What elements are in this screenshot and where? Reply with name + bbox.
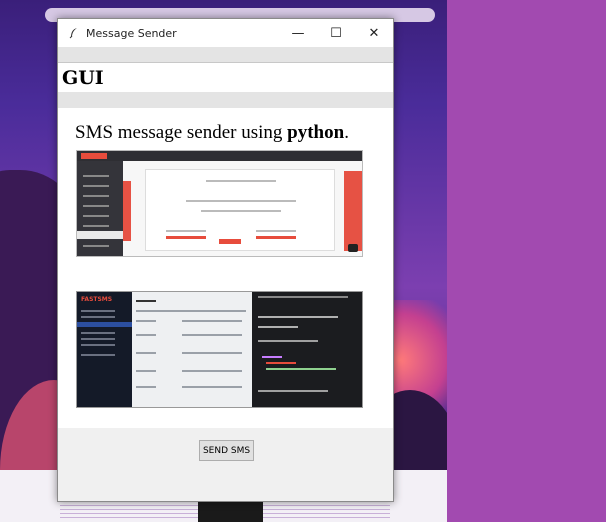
dashboard-screenshot-image xyxy=(76,150,363,257)
gui-heading: GUI xyxy=(58,62,393,92)
maximize-button[interactable]: ☐ xyxy=(317,19,355,47)
minimize-button[interactable]: — xyxy=(279,19,317,47)
logo-suffix: SMS xyxy=(97,296,113,303)
window-title: Message Sender xyxy=(86,26,177,40)
page-title: SMS message sender using python. xyxy=(75,122,349,144)
logo-accent: AST xyxy=(84,296,98,303)
top-band xyxy=(58,47,393,62)
content-area: SMS message sender using python. FASTSMS xyxy=(58,108,393,428)
title-end: . xyxy=(344,122,349,143)
footer-area: SEND SMS xyxy=(58,428,393,481)
close-button[interactable]: ✕ xyxy=(355,19,393,47)
title-bar[interactable]: Message Sender — ☐ ✕ xyxy=(58,19,393,47)
title-bold: python xyxy=(287,122,345,143)
fastsms-screenshot-image: FASTSMS xyxy=(76,291,363,408)
feather-icon xyxy=(66,27,82,39)
message-sender-window: Message Sender — ☐ ✕ GUI SMS message sen… xyxy=(57,18,394,502)
title-plain: SMS message sender using xyxy=(75,122,288,143)
monitor-stand xyxy=(198,500,263,522)
send-sms-button[interactable]: SEND SMS xyxy=(199,440,254,461)
sub-band xyxy=(58,92,393,108)
desktop-purple-panel xyxy=(447,0,606,522)
